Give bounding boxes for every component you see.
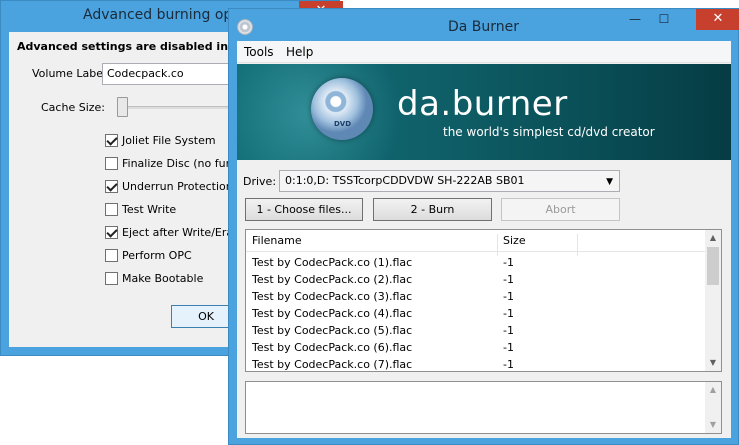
close-button[interactable]: ✕ (696, 9, 739, 30)
abort-button[interactable]: Abort (501, 198, 620, 221)
app-banner: DVD da.burner the world's simplest cd/dv… (237, 64, 731, 160)
option-make-bootable[interactable]: Make Bootable (105, 270, 203, 286)
filename-cell: Test by CodecPack.co (4).flac (252, 307, 413, 320)
option-perform-opc[interactable]: Perform OPC (105, 247, 192, 263)
scroll-down-icon[interactable]: ▼ (705, 355, 721, 371)
size-cell: -1 (503, 273, 514, 286)
eject-after-write-checkbox[interactable] (105, 225, 118, 239)
size-cell: -1 (503, 324, 514, 337)
test-write-label: Test Write (122, 202, 177, 216)
size-cell: -1 (503, 307, 514, 320)
filename-cell: Test by CodecPack.co (6).flac (252, 341, 413, 354)
make-bootable-checkbox[interactable] (105, 271, 118, 285)
file-list-scrollbar[interactable]: ▲ ▼ (705, 230, 721, 371)
table-row[interactable]: Test by CodecPack.co (6).flac -1 (246, 340, 707, 357)
advanced-dialog-title: Advanced burning opti (83, 7, 242, 23)
drive-select[interactable]: 0:1:0,D: TSSTcorpCDDVDW SH-222AB SB01 ▼ (279, 170, 620, 192)
size-cell: -1 (503, 358, 514, 371)
log-output-box[interactable]: ▲ ▼ (245, 381, 722, 434)
scroll-up-icon[interactable]: ▲ (705, 230, 721, 246)
filename-cell: Test by CodecPack.co (7).flac (252, 358, 413, 371)
menu-bar: Tools Help (237, 41, 731, 63)
joliet-checkbox[interactable] (105, 133, 118, 147)
size-cell: -1 (503, 256, 514, 269)
underrun-protection-label: Underrun Protection (122, 179, 233, 193)
dvd-disc-logo-icon (311, 78, 373, 140)
column-filename[interactable]: Filename (252, 234, 302, 247)
make-bootable-label: Make Bootable (122, 271, 204, 285)
minimize-button[interactable]: — (621, 9, 649, 30)
file-list[interactable]: Filename Size Test by CodecPack.co (1).f… (245, 229, 722, 372)
table-row[interactable]: Test by CodecPack.co (7).flac -1 (246, 357, 707, 371)
filename-cell: Test by CodecPack.co (2).flac (252, 273, 413, 286)
log-scrollbar[interactable]: ▲ ▼ (705, 382, 721, 433)
chevron-down-icon: ▼ (606, 177, 613, 187)
cache-size-slider-thumb[interactable] (117, 97, 128, 117)
option-eject-after-write[interactable]: Eject after Write/Erase (105, 224, 246, 240)
underrun-protection-checkbox[interactable] (105, 179, 118, 193)
file-list-header: Filename Size (246, 230, 707, 256)
dvd-logo-text: DVD (334, 120, 352, 128)
scroll-down-icon[interactable]: ▼ (705, 417, 721, 433)
option-test-write[interactable]: Test Write (105, 201, 176, 217)
filename-cell: Test by CodecPack.co (1).flac (252, 256, 413, 269)
burn-button[interactable]: 2 - Burn (373, 198, 492, 221)
table-row[interactable]: Test by CodecPack.co (3).flac -1 (246, 289, 707, 306)
option-underrun-protection[interactable]: Underrun Protection (105, 178, 233, 194)
joliet-label: Joliet File System (122, 133, 216, 147)
option-finalize-disc[interactable]: Finalize Disc (no furthe (105, 155, 248, 171)
perform-opc-label: Perform OPC (122, 248, 192, 262)
volume-label-label: Volume Label: (32, 67, 110, 80)
cache-size-label: Cache Size: (41, 101, 105, 114)
drive-select-value: 0:1:0,D: TSSTcorpCDDVDW SH-222AB SB01 (285, 174, 525, 187)
table-row[interactable]: Test by CodecPack.co (5).flac -1 (246, 323, 707, 340)
choose-files-button[interactable]: 1 - Choose files... (245, 198, 363, 221)
table-row[interactable]: Test by CodecPack.co (4).flac -1 (246, 306, 707, 323)
main-window-body: Tools Help DVD da.burner the world's sim… (237, 41, 731, 438)
table-row[interactable]: Test by CodecPack.co (1).flac -1 (246, 255, 707, 272)
table-row[interactable]: Test by CodecPack.co (2).flac -1 (246, 272, 707, 289)
menu-help[interactable]: Help (286, 45, 313, 59)
filename-cell: Test by CodecPack.co (3).flac (252, 290, 413, 303)
menu-tools[interactable]: Tools (244, 45, 274, 59)
da-burner-window: Da Burner — ☐ ✕ Tools Help DVD da.burner… (228, 8, 739, 445)
perform-opc-checkbox[interactable] (105, 248, 118, 262)
size-cell: -1 (503, 290, 514, 303)
drive-label: Drive: (243, 175, 277, 188)
size-cell: -1 (503, 341, 514, 354)
brand-tagline: the world's simplest cd/dvd creator (443, 125, 655, 139)
maximize-button[interactable]: ☐ (650, 9, 678, 30)
test-write-checkbox[interactable] (105, 202, 118, 216)
column-size[interactable]: Size (503, 234, 526, 247)
brand-name: da.burner (397, 84, 568, 124)
advanced-settings-header: Advanced settings are disabled in the (17, 40, 253, 53)
scroll-up-icon[interactable]: ▲ (705, 382, 721, 398)
finalize-disc-checkbox[interactable] (105, 156, 118, 170)
filename-cell: Test by CodecPack.co (5).flac (252, 324, 413, 337)
option-joliet-file-system[interactable]: Joliet File System (105, 132, 216, 148)
scroll-thumb[interactable] (707, 247, 719, 285)
